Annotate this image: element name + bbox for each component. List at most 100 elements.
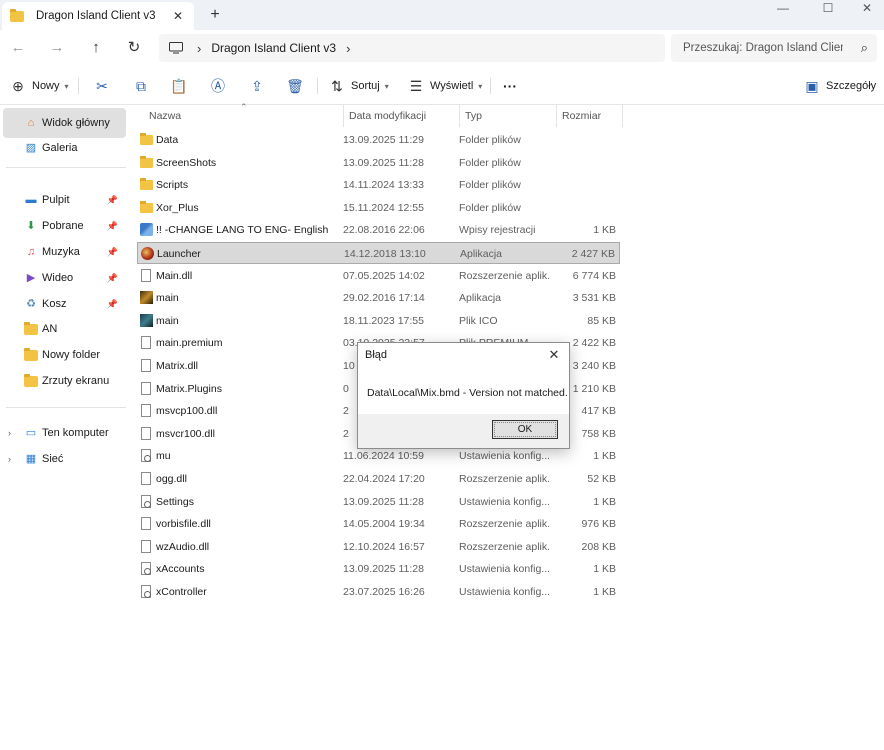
sort-button[interactable]: ⇅ Sortuj ▾: [329, 76, 389, 96]
dialog-footer: OK: [358, 414, 569, 448]
error-dialog: Błąd ✕ Data\Local\Mix.bmd - Version not …: [357, 342, 570, 449]
copy-icon[interactable]: ⧉: [130, 76, 152, 96]
share-icon[interactable]: ⇪: [246, 76, 268, 96]
file-size: 1 KB: [593, 586, 616, 598]
sidebar-item-desktop[interactable]: ▬ Pulpit 📌: [0, 188, 126, 212]
refresh-icon[interactable]: ↻: [122, 37, 146, 59]
file-date: 07.05.2025 14:02: [343, 269, 425, 282]
folder-icon: [140, 200, 153, 213]
paste-icon[interactable]: 📋: [168, 76, 190, 96]
file-row[interactable]: wzAudio.dll 12.10.2024 16:57 Rozszerzenie …: [137, 536, 620, 558]
file-row[interactable]: ScreenShots 13.09.2025 11:28 Folder plików: [137, 152, 620, 174]
up-arrow-icon[interactable]: ↑: [84, 37, 108, 59]
file-row[interactable]: Xor_Plus 15.11.2024 12:55 Folder plików: [137, 197, 620, 219]
column-header-size[interactable]: Rozmiar: [556, 105, 622, 127]
file-date: 2: [343, 405, 349, 418]
chevron-right-icon[interactable]: ›: [8, 454, 11, 464]
more-options-button[interactable]: ···: [503, 76, 517, 96]
settings-file-icon: [141, 494, 151, 508]
file-name: mu: [156, 450, 171, 463]
file-row[interactable]: vorbisfile.dll 14.05.2004 19:34 Rozszerzen…: [137, 513, 620, 535]
file-row[interactable]: Launcher 14.12.2018 13:10 Aplikacja 2 427 K…: [137, 242, 620, 264]
pin-icon[interactable]: 📌: [107, 273, 118, 284]
view-button[interactable]: ☰ Wyświetl ▾: [408, 76, 483, 96]
maximize-button[interactable]: ☐: [813, 0, 843, 20]
forward-arrow-icon[interactable]: →: [45, 37, 69, 59]
pin-icon[interactable]: 📌: [107, 195, 118, 206]
file-row[interactable]: xAccounts 13.09.2025 11:28 Ustawienia konf…: [137, 558, 620, 580]
sidebar-item-label: Zrzuty ekranu: [42, 375, 110, 387]
sort-icon: ⇅: [331, 77, 343, 94]
file-type: Ustawienia konfig...: [459, 495, 549, 508]
breadcrumb[interactable]: › Dragon Island Client v3 ›: [159, 34, 665, 62]
file-date: 23.07.2025 16:26: [343, 586, 425, 598]
details-button[interactable]: ▣ Szczegóły: [804, 76, 876, 96]
dialog-title: Błąd: [365, 349, 388, 361]
folder-icon: [24, 347, 38, 361]
sidebar-item-network[interactable]: › ▦ Sieć: [0, 447, 126, 471]
folder-icon: [24, 321, 38, 335]
sidebar-item-label: Sieć: [42, 453, 64, 465]
sidebar-item-new-folder[interactable]: Nowy folder: [0, 343, 126, 367]
file-row[interactable]: Scripts 14.11.2024 13:33 Folder plików: [137, 174, 620, 196]
file-row[interactable]: Settings 13.09.2025 11:28 Ustawienia konfi…: [137, 491, 620, 513]
file-row[interactable]: Data 13.09.2025 11:29 Folder plików: [137, 129, 620, 151]
sidebar-item-video[interactable]: ▶ Wideo 📌: [0, 266, 126, 290]
file-row[interactable]: ogg.dll 22.04.2024 17:20 Rozszerzenie apli…: [137, 468, 620, 490]
tab-close-icon[interactable]: ✕: [170, 8, 186, 24]
breadcrumb-item[interactable]: Dragon Island Client v3: [211, 41, 336, 55]
sidebar-item-gallery[interactable]: ▨ Galeria: [0, 136, 126, 160]
search-input[interactable]: Przeszukaj: Dragon Island Client v3 ⌕: [671, 34, 877, 62]
sidebar-item-an[interactable]: AN: [0, 317, 126, 341]
file-icon: [141, 404, 151, 418]
sidebar-item-label: Ten komputer: [42, 427, 109, 439]
file-row[interactable]: xController 23.07.2025 16:26 Ustawienia ko…: [137, 581, 620, 603]
view-icon: ☰: [409, 77, 423, 94]
ico-image-icon: [140, 313, 153, 327]
back-arrow-icon[interactable]: ←: [6, 37, 30, 59]
divider: [317, 78, 318, 94]
file-row[interactable]: main 29.02.2016 17:14 Aplikacja 3 531 KB: [137, 287, 620, 309]
registry-icon: [140, 223, 153, 237]
cut-icon[interactable]: ✂: [91, 76, 113, 96]
close-window-button[interactable]: ✕: [852, 0, 882, 20]
new-tab-button[interactable]: +: [205, 5, 225, 25]
tab-dragon-island-client[interactable]: Dragon Island Client v3 ✕: [2, 2, 194, 30]
sidebar-item-screenshots[interactable]: Zrzuty ekranu: [0, 369, 126, 393]
delete-icon[interactable]: 🗑: [284, 76, 306, 96]
file-date: 13.09.2025 11:28: [343, 563, 424, 576]
new-button[interactable]: ⊕ Nowy ▾: [10, 76, 68, 96]
chevron-right-icon[interactable]: ›: [8, 428, 11, 438]
file-type: Ustawienia konfig...: [459, 563, 549, 576]
column-header-date[interactable]: Data modyfikacji: [343, 105, 459, 127]
sidebar-item-home[interactable]: ⌂ Widok główny: [3, 108, 126, 138]
file-size: 758 KB: [581, 427, 616, 440]
sidebar-item-music[interactable]: ♫ Muzyka 📌: [0, 240, 126, 264]
file-size: 1 KB: [593, 224, 616, 237]
pin-icon[interactable]: 📌: [107, 221, 118, 232]
column-header-name[interactable]: Nazwa: [143, 105, 343, 127]
search-placeholder: Przeszukaj: Dragon Island Client v3: [683, 42, 843, 54]
file-name: Matrix.Plugins: [156, 382, 222, 395]
monitor-icon: [169, 42, 183, 54]
command-bar: ⊕ Nowy ▾ ✂ ⧉ 📋 Ⓐ ⇪ 🗑 ⇅ Sortuj ▾ ☰ Wyświe…: [0, 67, 884, 105]
file-size: 3 240 KB: [572, 360, 616, 372]
file-size: 85 KB: [587, 314, 616, 327]
dialog-close-icon[interactable]: ✕: [545, 346, 563, 364]
column-divider[interactable]: [622, 105, 623, 127]
sidebar-item-downloads[interactable]: ⬇ Pobrane 📌: [0, 214, 126, 238]
file-row[interactable]: Main.dll 07.05.2025 14:02 Rozszerzenie apl…: [137, 265, 620, 287]
minimize-button[interactable]: —: [768, 0, 798, 20]
pin-icon[interactable]: 📌: [107, 247, 118, 258]
file-name: Xor_Plus: [156, 201, 199, 214]
file-size: 208 KB: [581, 540, 616, 553]
rename-icon[interactable]: Ⓐ: [207, 76, 229, 96]
sidebar-item-recycle-bin[interactable]: ♻ Kosz 📌: [0, 292, 126, 316]
ok-button[interactable]: OK: [492, 420, 558, 439]
chevron-right-icon[interactable]: ›: [346, 41, 350, 56]
file-row[interactable]: main 18.11.2023 17:55 Plik ICO 85 KB: [137, 310, 620, 332]
sidebar-item-this-pc[interactable]: › ▭ Ten komputer: [0, 421, 126, 445]
column-header-type[interactable]: Typ: [459, 105, 556, 127]
file-row[interactable]: !! -CHANGE LANG TO ENG- English 22.08.201…: [137, 219, 620, 241]
pin-icon[interactable]: 📌: [107, 299, 118, 310]
